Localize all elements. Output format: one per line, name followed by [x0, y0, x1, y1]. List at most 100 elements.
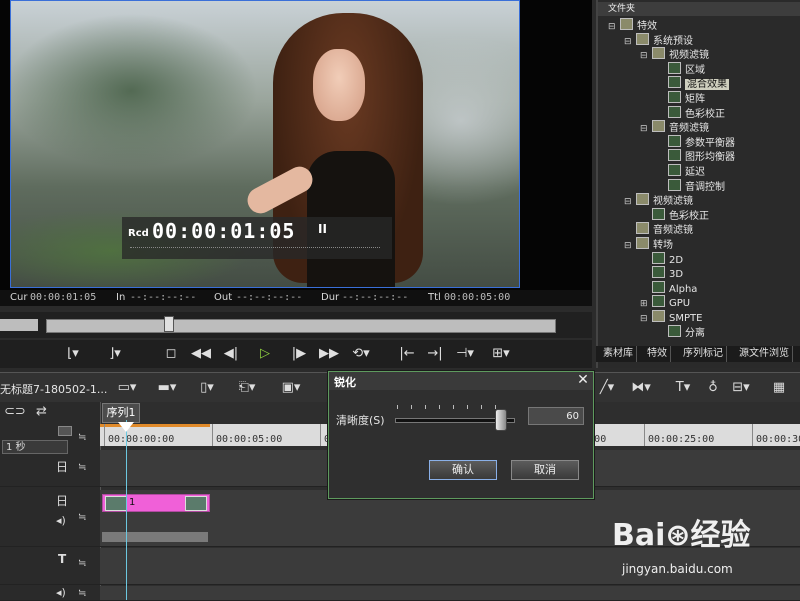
tab-sequence-markers[interactable]: 序列标记	[680, 346, 727, 362]
tree-node[interactable]: 混合效果	[656, 76, 729, 91]
timeline-cursor[interactable]	[126, 420, 127, 600]
audio-speaker-icon[interactable]: ◂)	[56, 514, 66, 527]
tree-node[interactable]: ⊟ 转场	[624, 237, 673, 251]
tree-node[interactable]: 音调控制	[656, 178, 725, 193]
track-sync-icon[interactable]: ≒	[78, 588, 86, 599]
go-to-out-button[interactable]: →|	[424, 344, 446, 364]
audio-speaker-icon[interactable]: ◂)	[56, 586, 66, 599]
expand-toggle-icon[interactable]: ⊟	[640, 312, 648, 326]
track-header-1[interactable]: 日 ≒	[0, 450, 100, 487]
tree-node[interactable]: 延迟	[656, 164, 705, 178]
effect-icon	[652, 295, 665, 308]
settings-icon[interactable]: ▭▾	[116, 379, 138, 397]
tree-node[interactable]: ⊟ 视频滤镜	[624, 193, 693, 207]
stop-button[interactable]: ◻	[160, 344, 182, 364]
track-lock-icon[interactable]: ≒	[78, 432, 86, 443]
clarity-slider-handle[interactable]	[495, 409, 507, 431]
tree-node[interactable]: 色彩校正	[656, 105, 725, 120]
scrub-track[interactable]	[46, 319, 556, 333]
scrub-mini-track[interactable]	[0, 319, 38, 331]
timeline-cursor-head[interactable]	[118, 422, 134, 432]
scrub-playhead[interactable]	[163, 316, 174, 332]
tree-node[interactable]: Alpha	[640, 280, 697, 295]
tree-node[interactable]: ⊟ 音频滤镜	[640, 120, 709, 134]
cancel-button[interactable]: 取消	[511, 460, 579, 480]
mark-in-button[interactable]: ⌊▾	[62, 344, 84, 364]
microphone-icon[interactable]: ♁	[702, 379, 724, 397]
transition-icon[interactable]: ⧓▾	[630, 379, 652, 397]
step-back-button[interactable]: ◀|	[220, 344, 242, 364]
expand-toggle-icon[interactable]: ⊟	[624, 35, 632, 49]
tree-node[interactable]: ⊟ SMPTE	[640, 310, 702, 324]
tree-node[interactable]: ⊞ GPU	[640, 295, 690, 309]
tree-node[interactable]: 区域	[656, 61, 705, 76]
clarity-value-input[interactable]: 60	[528, 407, 584, 425]
tab-effects[interactable]: 特效	[644, 346, 671, 362]
expand-toggle-icon[interactable]: ⊟	[608, 20, 616, 34]
tree-node[interactable]: 3D	[640, 266, 683, 280]
mark-out-button[interactable]: ⌋▾	[104, 344, 126, 364]
track-sync-icon[interactable]: ≒	[78, 512, 86, 523]
overwrite-button[interactable]: ⊞▾	[490, 344, 512, 364]
step-forward-button[interactable]: |▶	[288, 344, 310, 364]
mixer-icon[interactable]: ⊟▾	[730, 379, 752, 397]
track-sync-icon[interactable]: ≒	[78, 462, 86, 473]
link-icon[interactable]: ⊂⊃	[4, 404, 26, 419]
close-icon[interactable]: ✕	[575, 372, 591, 388]
expand-toggle-icon[interactable]: ⊟	[640, 49, 648, 63]
new-file-icon[interactable]: ▯▾	[196, 379, 218, 397]
timeline-clip[interactable]: 1	[102, 494, 210, 512]
save-icon[interactable]: ▣▾	[280, 379, 302, 397]
tab-library[interactable]: 素材库	[600, 346, 637, 362]
folder-icon	[652, 120, 665, 133]
tree-node-label: 图形均衡器	[685, 152, 735, 164]
sync-icon[interactable]: ⇄	[36, 404, 47, 419]
rewind-button[interactable]: ◀◀	[190, 344, 212, 364]
dialog-titlebar[interactable]	[329, 372, 593, 390]
tree-node[interactable]: 矩阵	[656, 91, 705, 105]
tree-node-label: 3D	[669, 269, 684, 281]
go-to-in-button[interactable]: |←	[396, 344, 418, 364]
ruler-tick	[644, 424, 645, 446]
export-icon[interactable]: ▬▾	[156, 379, 178, 397]
razor-icon[interactable]: ╱▾	[596, 379, 618, 397]
scrub-bar[interactable]	[0, 312, 592, 338]
folder-icon	[636, 193, 649, 206]
title-icon[interactable]: T▾	[672, 379, 694, 397]
expand-toggle-icon[interactable]: ⊟	[640, 122, 648, 136]
tree-node[interactable]: 色彩校正	[640, 207, 709, 222]
render-range	[100, 424, 210, 427]
expand-toggle-icon[interactable]: ⊟	[624, 195, 632, 209]
ruler-tick	[320, 424, 321, 446]
tree-node[interactable]: 2D	[640, 251, 683, 266]
ok-button[interactable]: 确认	[429, 460, 497, 480]
tree-node[interactable]: ⊟ 特效	[608, 18, 657, 32]
sequence-tab[interactable]: 序列1	[102, 403, 140, 423]
audio-clip[interactable]	[102, 532, 208, 542]
insert-button[interactable]: ⊣▾	[454, 344, 476, 364]
tree-node[interactable]: 图形均衡器	[656, 149, 735, 163]
ttl-label: Ttl	[428, 292, 441, 303]
ruler-tick	[752, 424, 753, 446]
fast-forward-button[interactable]: ▶▶	[318, 344, 340, 364]
subject-face	[313, 49, 365, 121]
tree-node-label: 系统预设	[653, 35, 693, 47]
play-button[interactable]: ▷	[254, 344, 276, 364]
tree-node[interactable]: ⊟ 系统预设	[624, 32, 693, 49]
watermark-url: jingyan.baidu.com	[622, 562, 733, 576]
tree-node-label: 混合效果	[685, 79, 729, 91]
expand-toggle-icon[interactable]: ⊟	[624, 239, 632, 253]
open-icon[interactable]: ⎗▾	[236, 379, 258, 397]
tree-node[interactable]: 音频滤镜	[624, 222, 693, 236]
track-header-title[interactable]: T ≒	[0, 548, 100, 585]
loop-button[interactable]: ⟲▾	[350, 344, 372, 364]
zoom-toggle[interactable]	[58, 426, 72, 436]
track-header-audio[interactable]: ◂) ≒	[0, 586, 100, 601]
tree-node[interactable]: 分离	[656, 324, 705, 339]
track-sync-icon[interactable]: ≒	[78, 558, 86, 569]
tree-node[interactable]: 参数平衡器	[656, 134, 735, 149]
tab-source-browser[interactable]: 源文件浏览	[736, 346, 793, 362]
grid-icon[interactable]: ▦	[768, 379, 790, 397]
track-header-2[interactable]: 日 ◂) ≒	[0, 490, 100, 547]
tree-node[interactable]: ⊟ 视频滤镜	[640, 47, 709, 61]
